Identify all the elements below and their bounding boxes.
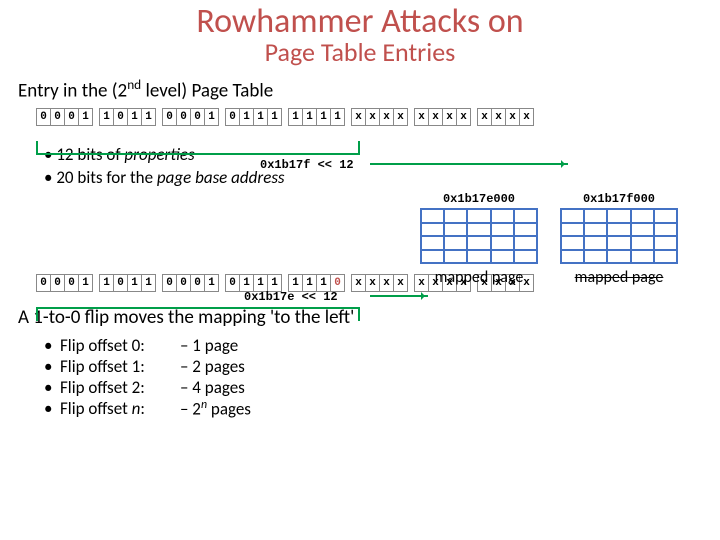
addr-label-bottom: 0x1b17e << 12 [244,290,338,304]
page-right-label: 0x1b17f000 [560,192,678,206]
page-box-left: 0x1b17e000 mapped page [420,192,538,287]
bullet-base-address: 20 bits for the page base address [44,167,720,190]
page-left-caption: mapped page [420,268,538,287]
bit-row-original: 0001 1011 0001 0111 1111 xxxx xxxx xxxx [36,108,720,126]
page-left-grid [420,208,538,264]
bracket-top [36,141,360,155]
bracket-bottom [36,307,360,321]
addr-label-top: 0x1b17f << 12 [260,158,354,172]
flip-offset-list: •Flip offset 0:– 1 page •Flip offset 1:–… [44,335,720,420]
flip-row-1: •Flip offset 1:– 2 pages [44,356,720,377]
page-right-caption: mapped page [560,268,678,287]
flip-row-0: •Flip offset 0:– 1 page [44,335,720,356]
page-left-label: 0x1b17e000 [420,192,538,206]
flip-row-2: •Flip offset 2:– 4 pages [44,377,720,398]
slide-subtitle: Page Table Entries [0,36,720,68]
page-right-grid [560,208,678,264]
arrow-bottom-to-page [370,295,428,297]
heading-pte: Entry in the (2nd level) Page Table [18,76,720,102]
flip-row-n: •Flip offset n:– 2n pages [44,398,720,420]
arrow-top-to-page [370,163,568,165]
slide-title: Rowhammer Attacks on [0,0,720,40]
page-box-right: 0x1b17f000 mapped page [560,192,678,287]
